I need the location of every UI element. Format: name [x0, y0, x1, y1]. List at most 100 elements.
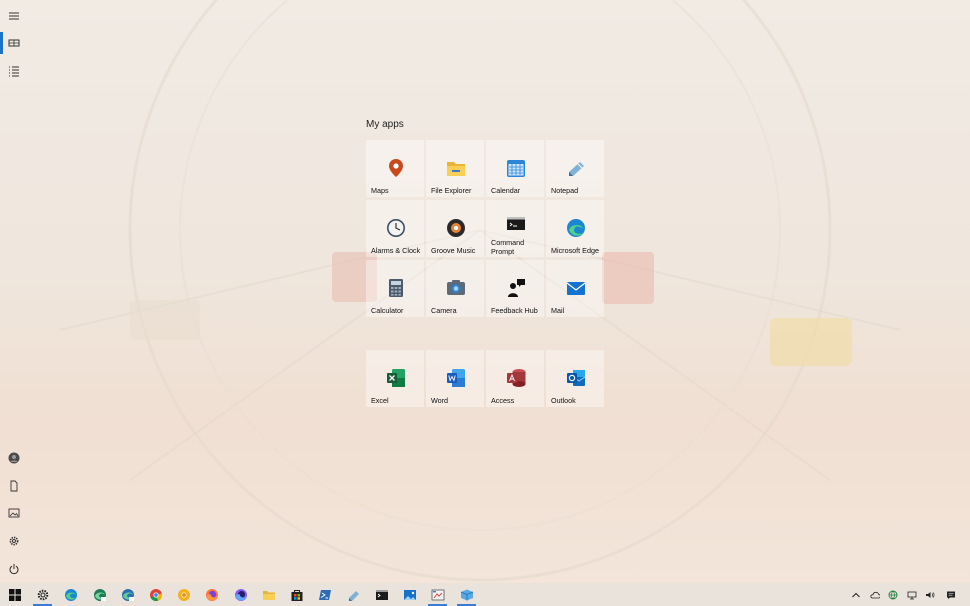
taskbar-firefox-nightly[interactable]	[227, 583, 254, 606]
all-apps-list-button[interactable]	[0, 57, 28, 85]
user-avatar-button[interactable]	[0, 444, 28, 472]
tile-outlook[interactable]: Outlook	[546, 350, 604, 407]
taskbar-firefox[interactable]	[198, 583, 225, 606]
power-button[interactable]	[0, 555, 28, 583]
tray-display[interactable]	[903, 583, 921, 606]
excel-icon	[385, 367, 407, 389]
tile-camera[interactable]: Camera	[426, 260, 484, 317]
notepad-icon	[347, 588, 361, 602]
alarms-clock-icon	[385, 217, 407, 239]
taskbar-file-explorer[interactable]	[255, 583, 282, 606]
tile-command-prompt[interactable]: Command Prompt	[486, 200, 544, 257]
hamburger-menu-button[interactable]	[0, 2, 28, 30]
chrome-icon	[149, 588, 163, 602]
user-avatar-icon	[8, 452, 20, 464]
firefox-nightly-icon	[234, 588, 248, 602]
paint-icon	[431, 588, 445, 602]
tile-microsoft-edge[interactable]: Microsoft Edge	[546, 200, 604, 257]
tile-label: Outlook	[551, 396, 602, 405]
groove-music-icon	[445, 217, 467, 239]
taskbar-edge-beta[interactable]	[86, 583, 113, 606]
wallpaper-ferris-wheel	[0, 0, 970, 606]
taskbar-edge[interactable]	[57, 583, 84, 606]
pictures-button[interactable]	[0, 499, 28, 527]
edge-dev-icon	[121, 588, 135, 602]
taskbar-chrome-canary[interactable]	[170, 583, 197, 606]
tile-label: Feedback Hub	[491, 306, 542, 315]
start-icon	[8, 588, 22, 602]
group-title: My apps	[366, 119, 404, 130]
tile-file-explorer[interactable]: File Explorer	[426, 140, 484, 197]
taskbar-widgets[interactable]	[453, 583, 480, 606]
display-icon	[907, 590, 917, 600]
tile-label: Calendar	[491, 186, 542, 195]
calculator-icon	[385, 277, 407, 299]
taskbar-edge-dev[interactable]	[114, 583, 141, 606]
tray-volume[interactable]	[921, 583, 939, 606]
tile-label: File Explorer	[431, 186, 482, 195]
access-icon	[505, 367, 527, 389]
tile-label: Mail	[551, 306, 602, 315]
hamburger-menu-icon	[8, 10, 20, 22]
start-button[interactable]	[1, 583, 28, 606]
show-hidden-icons-button[interactable]	[847, 583, 865, 606]
tile-label: Camera	[431, 306, 482, 315]
pinned-tiles-button[interactable]	[0, 29, 28, 57]
pictures-icon	[8, 507, 20, 519]
terminal-icon	[375, 588, 389, 602]
taskbar-notepad[interactable]	[340, 583, 367, 606]
taskbar-paint[interactable]	[424, 583, 451, 606]
edge-icon	[64, 588, 78, 602]
network-globe-icon	[888, 590, 898, 600]
outlook-icon	[565, 367, 587, 389]
edge-beta-icon	[93, 588, 107, 602]
tray-onedrive[interactable]	[866, 583, 884, 606]
tile-calculator[interactable]: Calculator	[366, 260, 424, 317]
onedrive-icon	[870, 590, 880, 600]
taskbar-photos[interactable]	[396, 583, 423, 606]
mail-icon	[565, 277, 587, 299]
tray-network[interactable]	[884, 583, 902, 606]
tile-word[interactable]: Word	[426, 350, 484, 407]
photos-icon	[403, 588, 417, 602]
pinned-tiles-icon	[8, 37, 20, 49]
taskbar-store[interactable]	[283, 583, 310, 606]
settings-icon	[36, 588, 50, 602]
tile-excel[interactable]: Excel	[366, 350, 424, 407]
documents-button[interactable]	[0, 472, 28, 500]
documents-icon	[8, 480, 20, 492]
all-apps-list-icon	[8, 65, 20, 77]
file-explorer-icon	[262, 588, 276, 602]
widgets-icon	[460, 588, 474, 602]
chevron-up-icon	[851, 590, 861, 600]
tile-maps[interactable]: Maps	[366, 140, 424, 197]
taskbar-powershell[interactable]	[311, 583, 338, 606]
tile-feedback-hub[interactable]: Feedback Hub	[486, 260, 544, 317]
tile-groove-music[interactable]: Groove Music	[426, 200, 484, 257]
tile-label: Microsoft Edge	[551, 246, 602, 255]
start-sidebar	[0, 0, 28, 583]
tile-alarms-clock[interactable]: Alarms & Clock	[366, 200, 424, 257]
tile-label: Word	[431, 396, 482, 405]
settings-button[interactable]	[0, 527, 28, 555]
powershell-icon	[318, 588, 332, 602]
tray-notifications[interactable]	[942, 583, 960, 606]
power-icon	[8, 563, 20, 575]
taskbar	[0, 583, 970, 606]
store-icon	[290, 588, 304, 602]
taskbar-terminal[interactable]	[368, 583, 395, 606]
tile-calendar[interactable]: Calendar	[486, 140, 544, 197]
tile-label: Groove Music	[431, 246, 482, 255]
tile-label: Command Prompt	[491, 238, 542, 256]
edge-icon	[565, 217, 587, 239]
tile-mail[interactable]: Mail	[546, 260, 604, 317]
file-explorer-icon	[445, 157, 467, 179]
tile-notepad[interactable]: Notepad	[546, 140, 604, 197]
taskbar-settings[interactable]	[29, 583, 56, 606]
tile-access[interactable]: Access	[486, 350, 544, 407]
taskbar-chrome[interactable]	[142, 583, 169, 606]
camera-icon	[445, 277, 467, 299]
maps-icon	[385, 157, 407, 179]
command-prompt-icon	[505, 214, 527, 236]
tile-label: Excel	[371, 396, 422, 405]
